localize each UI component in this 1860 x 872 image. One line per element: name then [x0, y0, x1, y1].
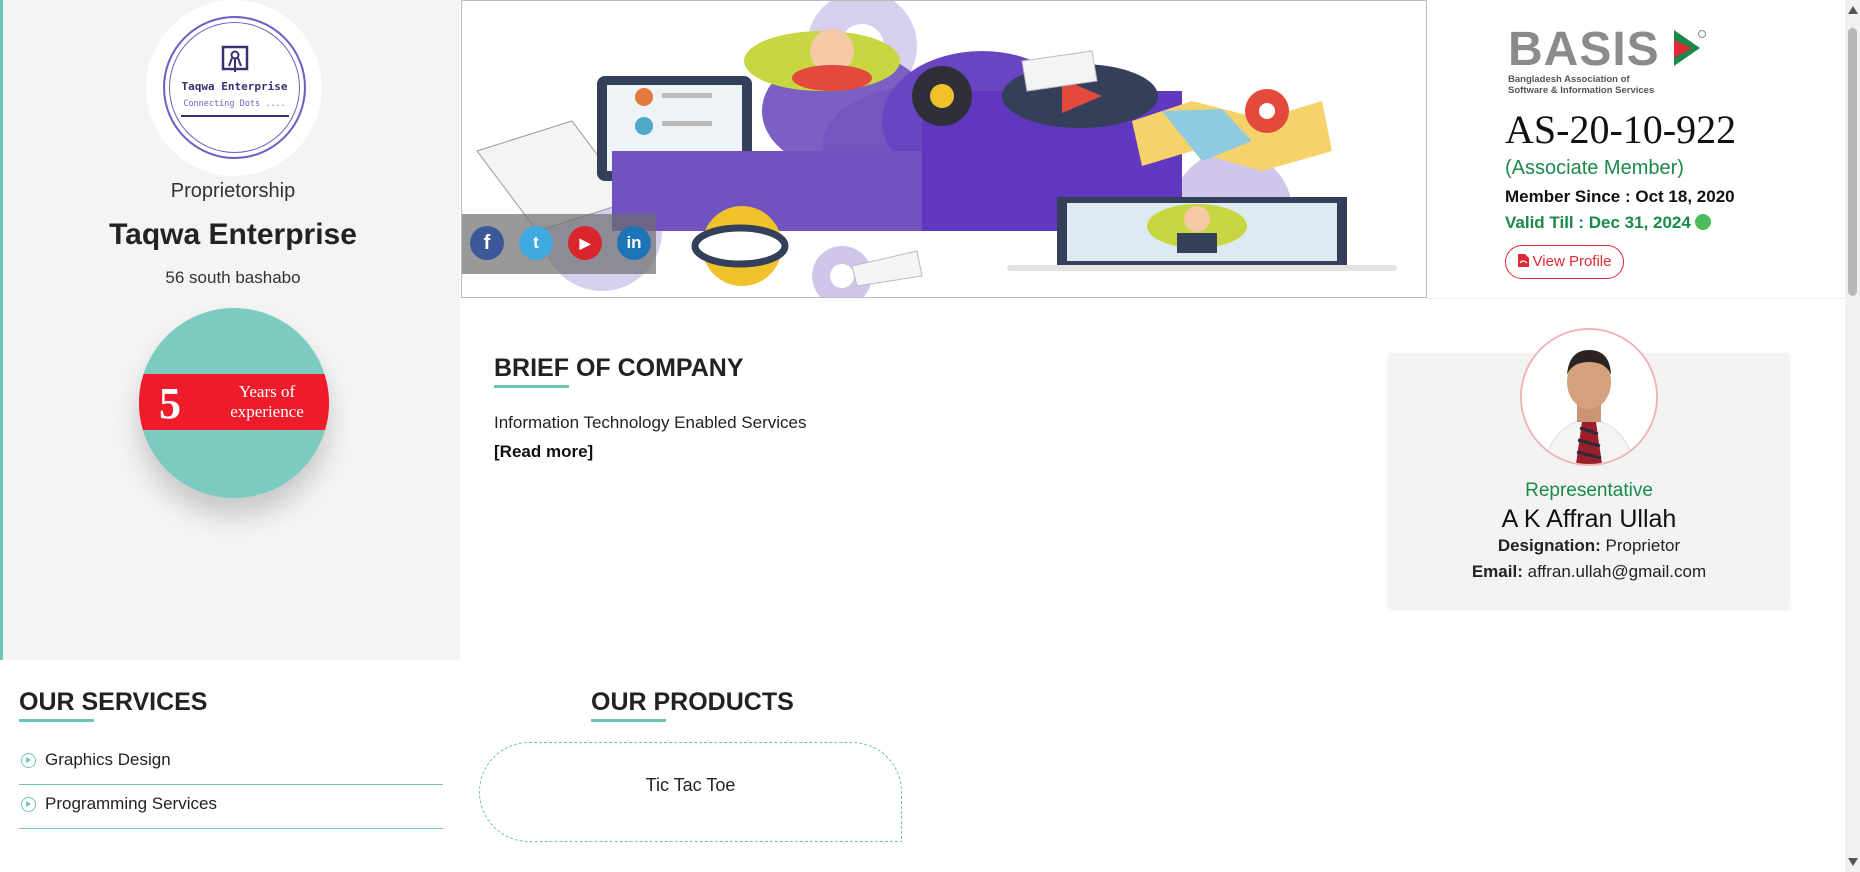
company-address: 56 south bashabo	[165, 268, 301, 287]
logo-tagline: Connecting Dots ....	[183, 99, 286, 109]
company-name: Taqwa Enterprise	[109, 218, 357, 251]
brief-text: Information Technology Enabled Services	[494, 413, 807, 432]
page-scrollbar[interactable]	[1845, 0, 1860, 872]
service-label: Programming Services	[45, 794, 217, 813]
scroll-up-arrow-icon[interactable]	[1848, 6, 1858, 14]
company-type: Proprietorship	[170, 180, 296, 202]
linkedin-icon[interactable]: in	[617, 226, 651, 260]
logo-brand-text: Taqwa Enterprise	[181, 80, 288, 93]
experience-badge: 5 Years of experience	[139, 308, 329, 498]
basis-subtitle-line1: Bangladesh Association of	[1508, 74, 1630, 85]
services-title-underline	[19, 719, 94, 722]
pdf-icon	[1517, 254, 1529, 267]
scroll-down-arrow-icon[interactable]	[1848, 858, 1858, 866]
scrollbar-thumb[interactable]	[1848, 28, 1857, 296]
company-profile-panel: Taqwa Enterprise Connecting Dots .... Pr…	[0, 0, 460, 660]
representative-photo	[1520, 328, 1658, 466]
view-profile-label: View Profile	[1532, 253, 1612, 270]
products-title: OUR PRODUCTS	[591, 688, 794, 716]
member-since: Member Since : Oct 18, 2020	[1505, 187, 1735, 206]
company-logo: Taqwa Enterprise Connecting Dots ....	[146, 0, 322, 176]
email-value: affran.ullah@gmail.com	[1527, 562, 1707, 581]
company-logo-badge: Taqwa Enterprise Connecting Dots ....	[163, 16, 306, 159]
products-title-underline	[591, 719, 666, 722]
basis-logo-subtitle: Bangladesh Association of Software & Inf…	[1508, 74, 1654, 96]
representative-designation: Designation: Proprietor	[1388, 536, 1790, 556]
logo-rule	[180, 115, 289, 117]
experience-years: 5	[159, 379, 181, 428]
designation-value: Proprietor	[1605, 536, 1681, 555]
product-label: Tic Tac Toe	[645, 775, 736, 795]
designation-label: Designation:	[1497, 536, 1601, 555]
experience-band: 5 Years of experience	[139, 374, 329, 430]
company-banner: f t ▶ in	[461, 0, 1427, 298]
membership-divider	[1427, 298, 1847, 299]
representative-label: Representative	[1525, 480, 1653, 501]
representative-email: Email: affran.ullah@gmail.com	[1388, 562, 1790, 582]
valid-till: Valid Till : Dec 31, 2024	[1505, 213, 1691, 232]
email-label: Email:	[1471, 562, 1523, 581]
basis-logo-word: BASIS	[1508, 23, 1660, 76]
service-item[interactable]: Graphics Design	[19, 741, 443, 785]
service-label: Graphics Design	[45, 750, 171, 769]
basis-flag-icon	[1674, 30, 1706, 66]
youtube-icon[interactable]: ▶	[568, 226, 602, 260]
valid-till-row: Valid Till : Dec 31, 2024	[1505, 213, 1711, 233]
view-profile-button[interactable]: View Profile	[1505, 245, 1624, 279]
logo-mark-icon	[221, 45, 248, 72]
basis-logo: BASIS Bangladesh Association of Software…	[1508, 26, 1708, 96]
representative-avatar	[1522, 330, 1656, 464]
brief-title-underline	[494, 385, 569, 388]
experience-label: Years of experience	[230, 382, 304, 421]
social-links-bar: f t ▶ in	[462, 214, 656, 274]
basis-subtitle-line2: Software & Information Services	[1508, 85, 1655, 96]
representative-name: A K Affran Ullah	[1501, 505, 1677, 533]
service-item[interactable]: Programming Services	[19, 785, 443, 829]
member-type: (Associate Member)	[1505, 157, 1684, 179]
product-card[interactable]: Tic Tac Toe	[479, 742, 902, 842]
brief-title: BRIEF OF COMPANY	[494, 354, 744, 382]
services-title: OUR SERVICES	[19, 688, 208, 716]
twitter-icon[interactable]: t	[519, 226, 553, 260]
read-more-link[interactable]: [Read more]	[494, 442, 593, 462]
circle-chevron-right-icon	[21, 797, 36, 812]
active-status-dot	[1694, 214, 1711, 230]
circle-chevron-right-icon	[21, 753, 36, 768]
member-id: AS-20-10-922	[1505, 107, 1737, 152]
facebook-icon[interactable]: f	[470, 226, 504, 260]
